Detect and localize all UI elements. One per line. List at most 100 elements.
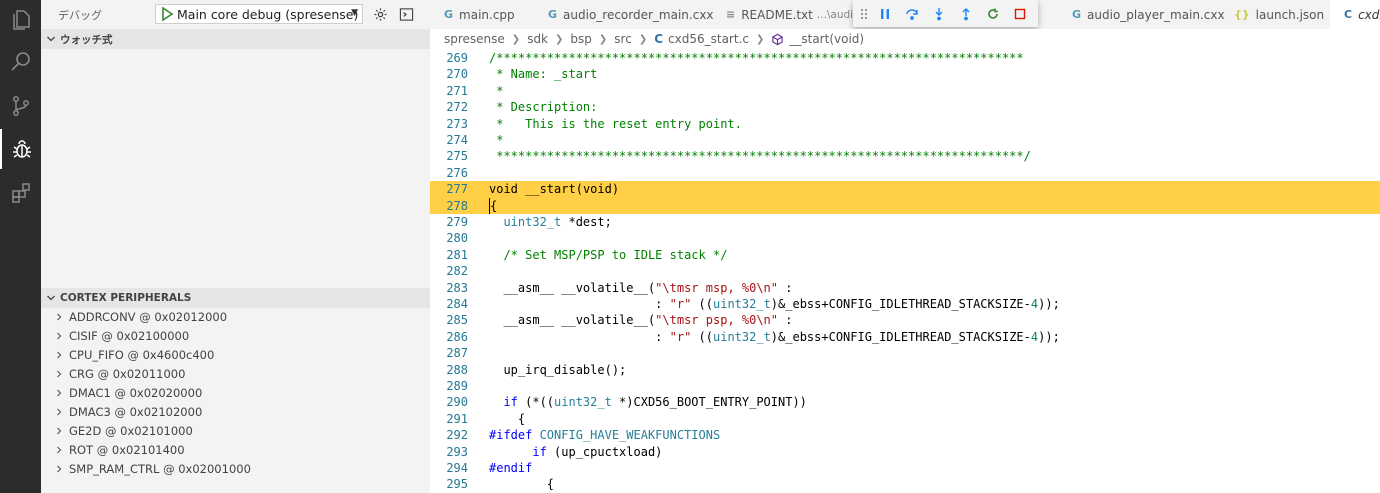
search-button[interactable] — [0, 42, 41, 82]
code-text: * This is the reset entry point. — [489, 116, 742, 131]
extensions-button[interactable] — [0, 173, 41, 213]
peripheral-label: CRG @ 0x02011000 — [69, 366, 186, 381]
launch-config-select[interactable]: Main core debug (spresense) ▼ — [155, 4, 363, 24]
code-line[interactable]: 281 /* Set MSP/PSP to IDLE stack */ — [430, 247, 1380, 264]
code-line[interactable]: 269 /************************************… — [430, 50, 1380, 67]
pause-button[interactable] — [871, 2, 898, 26]
tab-label: cxd5 — [1358, 7, 1380, 22]
line-number: 294 — [446, 461, 468, 475]
watch-section-header[interactable]: ウォッチ式 — [41, 29, 430, 49]
editor-tab[interactable]: {} launch.json — [1220, 0, 1330, 29]
code-text: { — [489, 477, 555, 492]
code-line[interactable]: 271 * — [430, 83, 1380, 100]
breadcrumb-symbol[interactable]: __start(void) — [789, 32, 864, 46]
code-text: #ifdef CONFIG_HAVE_WEAKFUNCTIONS — [489, 428, 721, 443]
code-line[interactable]: 288 up_irq_disable(); — [430, 362, 1380, 379]
editor-tab[interactable]: Gmain.cpp — [430, 0, 534, 29]
line-number: 281 — [446, 247, 468, 262]
step-out-button[interactable] — [952, 2, 979, 26]
open-launch-json-button[interactable] — [371, 5, 389, 23]
chevron-right-icon — [57, 408, 62, 415]
code-line[interactable]: 293 if (up_cpuctxload) — [430, 444, 1380, 461]
code-line[interactable]: 287 — [430, 345, 1380, 362]
stop-button[interactable] — [1006, 2, 1033, 26]
peripheral-item[interactable]: GE2D @ 0x02101000 — [41, 421, 430, 440]
breadcrumb-item[interactable]: bsp — [570, 32, 592, 46]
breadcrumb-file[interactable]: cxd56_start.c — [668, 32, 749, 46]
peripheral-item[interactable]: ADDRCONV @ 0x02012000 — [41, 307, 430, 326]
code-line[interactable]: 290 if (*((uint32_t *)CXD56_BOOT_ENTRY_P… — [430, 394, 1380, 411]
code-text: * Name: _start — [489, 67, 598, 82]
breadcrumb-item[interactable]: spresense — [444, 32, 505, 46]
tab-label: audio_recorder_main.cxx — [563, 7, 714, 22]
line-number: 282 — [446, 264, 468, 279]
step-over-button[interactable] — [898, 2, 925, 26]
code-line[interactable]: 295 { — [430, 476, 1380, 493]
code-line[interactable]: 275 ************************************… — [430, 148, 1380, 165]
restart-button[interactable] — [979, 2, 1006, 26]
code-text: up_irq_disable(); — [489, 362, 627, 377]
chevron-right-icon — [57, 389, 62, 396]
code-line[interactable]: 277 void __start(void) — [430, 181, 1380, 198]
code-line[interactable]: 286 : "r" ((uint32_t)&_ebss+CONFIG_IDLET… — [430, 329, 1380, 346]
search-icon — [10, 52, 30, 71]
code-line[interactable]: 280 — [430, 230, 1380, 247]
peripherals-section-header[interactable]: CORTEX PERIPHERALS — [41, 288, 430, 308]
line-number: 280 — [446, 231, 468, 246]
peripheral-item[interactable]: CISIF @ 0x02100000 — [41, 326, 430, 345]
peripheral-item[interactable]: CRG @ 0x02011000 — [41, 364, 430, 383]
line-number: 286 — [446, 329, 468, 344]
debug-sidebar: デバッグ Main core debug (spresense) ▼ ウォッチ式… — [41, 0, 430, 493]
editor-tab[interactable]: ≡ README.txt ...\audio_be — [712, 0, 878, 29]
code-line[interactable]: 272 * Description: — [430, 99, 1380, 116]
chevron-right-icon — [57, 427, 62, 434]
files-icon — [12, 10, 30, 30]
code-line[interactable]: 292 #ifdef CONFIG_HAVE_WEAKFUNCTIONS — [430, 427, 1380, 444]
tab-label: launch.json — [1255, 7, 1325, 22]
breadcrumb-item[interactable]: sdk — [527, 32, 548, 46]
play-icon[interactable] — [159, 6, 175, 22]
editor-tab[interactable]: Gaudio_recorder_main.cxx — [534, 0, 714, 29]
peripheral-item[interactable]: ROT @ 0x02101400 — [41, 440, 430, 459]
line-number: 277 — [446, 182, 468, 197]
line-number: 283 — [446, 280, 468, 295]
peripheral-item[interactable]: DMAC1 @ 0x02020000 — [41, 383, 430, 402]
chevron-right-icon: ❯ — [511, 33, 521, 45]
code-line[interactable]: 284 : "r" ((uint32_t)&_ebss+CONFIG_IDLET… — [430, 296, 1380, 313]
drag-handle[interactable] — [857, 2, 871, 26]
peripheral-item[interactable]: DMAC3 @ 0x02102000 — [41, 402, 430, 421]
source-control-button[interactable] — [0, 86, 41, 126]
code-line[interactable]: 294 #endif — [430, 460, 1380, 477]
breadcrumb-item[interactable]: src — [614, 32, 632, 46]
peripheral-label: DMAC3 @ 0x02102000 — [69, 404, 203, 419]
code-editor[interactable]: 269 /************************************… — [430, 49, 1380, 493]
peripheral-label: ROT @ 0x02101400 — [69, 442, 185, 457]
code-line[interactable]: 291 { — [430, 411, 1380, 428]
code-line[interactable]: 282 — [430, 263, 1380, 280]
code-text: /***************************************… — [489, 51, 1024, 65]
code-line[interactable]: 270 * Name: _start — [430, 66, 1380, 83]
peripheral-item[interactable]: CPU_FIFO @ 0x4600c400 — [41, 345, 430, 364]
code-line[interactable]: 276 — [430, 165, 1380, 182]
editor-tab[interactable]: Gaudio_player_main.cxx — [1058, 0, 1225, 29]
explorer-button[interactable] — [0, 0, 41, 40]
code-line[interactable]: 289 — [430, 378, 1380, 395]
code-line[interactable]: 283 __asm__ __volatile__("\tmsr msp, %0\… — [430, 280, 1380, 297]
c-file-icon: C — [654, 32, 664, 46]
debug-view-button[interactable] — [0, 129, 41, 169]
peripheral-item[interactable]: SMP_RAM_CTRL @ 0x02001000 — [41, 459, 430, 478]
code-line[interactable]: 279 uint32_t *dest; — [430, 214, 1380, 231]
code-line[interactable]: 274 * — [430, 132, 1380, 149]
chevron-down-icon — [47, 295, 55, 301]
code-line[interactable]: 273 * This is the reset entry point. — [430, 116, 1380, 133]
code-text: __asm__ __volatile__("\tmsr msp, %0\n" : — [489, 280, 793, 295]
source-control-icon — [12, 96, 29, 116]
line-number: 275 — [446, 149, 468, 164]
code-line[interactable]: 278 { — [430, 197, 1380, 215]
code-text: : "r" ((uint32_t)&_ebss+CONFIG_IDLETHREA… — [489, 297, 1060, 311]
line-number: 279 — [446, 215, 468, 229]
code-line[interactable]: 285 __asm__ __volatile__("\tmsr psp, %0\… — [430, 312, 1380, 329]
step-into-button[interactable] — [925, 2, 952, 26]
debug-console-button[interactable] — [397, 5, 415, 23]
editor-tab[interactable]: Ccxd5 — [1330, 0, 1380, 29]
